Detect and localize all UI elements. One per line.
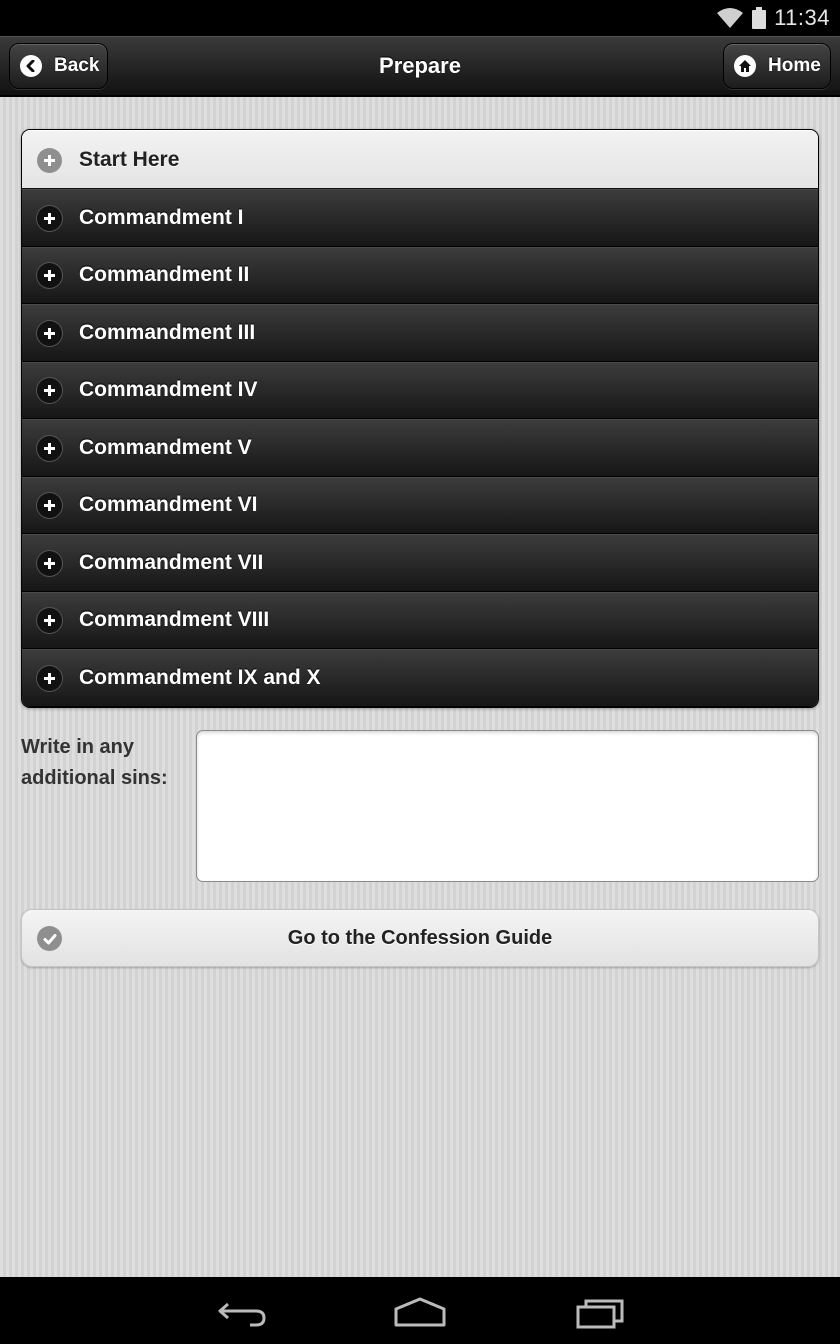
system-nav-bar <box>0 1277 840 1344</box>
recent-apps-icon[interactable] <box>571 1295 631 1329</box>
accordion-item-commandment-1[interactable]: Commandment I <box>22 189 818 247</box>
accordion-item-commandment-7[interactable]: Commandment VII <box>22 534 818 592</box>
plus-icon <box>37 263 62 289</box>
plus-icon <box>37 665 62 691</box>
additional-sins-label: Write in any additional sins: <box>21 736 168 789</box>
accordion-item-label: Commandment II <box>79 263 250 287</box>
plus-icon <box>37 493 62 519</box>
accordion-item-label: Commandment VII <box>79 550 264 574</box>
accordion-item-commandment-4[interactable]: Commandment IV <box>22 361 818 419</box>
accordion-item-label: Commandment IX and X <box>79 665 321 689</box>
status-bar: 11:34 <box>0 0 840 36</box>
accordion-item-commandment-6[interactable]: Commandment VI <box>22 476 818 534</box>
accordion-item-commandment-2[interactable]: Commandment II <box>22 246 818 304</box>
home-button-label: Home <box>768 55 821 76</box>
plus-icon <box>37 378 62 404</box>
battery-icon <box>752 7 767 29</box>
accordion-item-commandment-3[interactable]: Commandment III <box>22 304 818 362</box>
confession-guide-button[interactable]: Go to the Confession Guide <box>21 909 819 967</box>
additional-sins-input[interactable] <box>196 730 819 882</box>
confession-guide-label: Go to the Confession Guide <box>287 926 553 949</box>
back-button-label: Back <box>54 55 100 76</box>
home-icon <box>734 55 756 77</box>
check-icon <box>37 926 62 951</box>
plus-icon <box>37 608 62 634</box>
accordion-item-commandment-5[interactable]: Commandment V <box>22 419 818 477</box>
accordion-item-label: Start Here <box>79 147 180 171</box>
accordion-item-label: Commandment VI <box>79 493 258 517</box>
accordion-item-commandment-8[interactable]: Commandment VIII <box>22 591 818 649</box>
back-nav-icon[interactable] <box>212 1295 272 1329</box>
status-icons: 11:34 <box>716 4 830 32</box>
header-bar: Prepare Back Home <box>0 36 840 96</box>
plus-icon <box>37 147 62 173</box>
wifi-icon <box>717 8 744 28</box>
back-button[interactable]: Back <box>9 43 108 89</box>
accordion-item-label: Commandment IV <box>79 378 258 402</box>
home-button[interactable]: Home <box>723 43 831 89</box>
accordion-item-commandment-9-10[interactable]: Commandment IX and X <box>22 649 818 707</box>
accordion-item-label: Commandment I <box>79 205 244 229</box>
plus-icon <box>37 550 62 576</box>
accordion-item-label: Commandment V <box>79 435 252 459</box>
page-title: Prepare <box>379 53 461 78</box>
clock: 11:34 <box>774 5 830 30</box>
plus-icon <box>37 320 62 346</box>
plus-icon <box>37 205 62 231</box>
chevron-left-icon <box>20 55 42 77</box>
plus-icon <box>37 435 62 461</box>
commandment-accordion: Start Here Commandment I Commandment II … <box>21 129 819 708</box>
content-area: Start Here Commandment I Commandment II … <box>0 97 840 1277</box>
accordion-item-label: Commandment VIII <box>79 608 270 632</box>
accordion-item-start-here[interactable]: Start Here <box>22 130 818 189</box>
accordion-item-label: Commandment III <box>79 320 256 344</box>
home-nav-icon[interactable] <box>390 1295 450 1329</box>
